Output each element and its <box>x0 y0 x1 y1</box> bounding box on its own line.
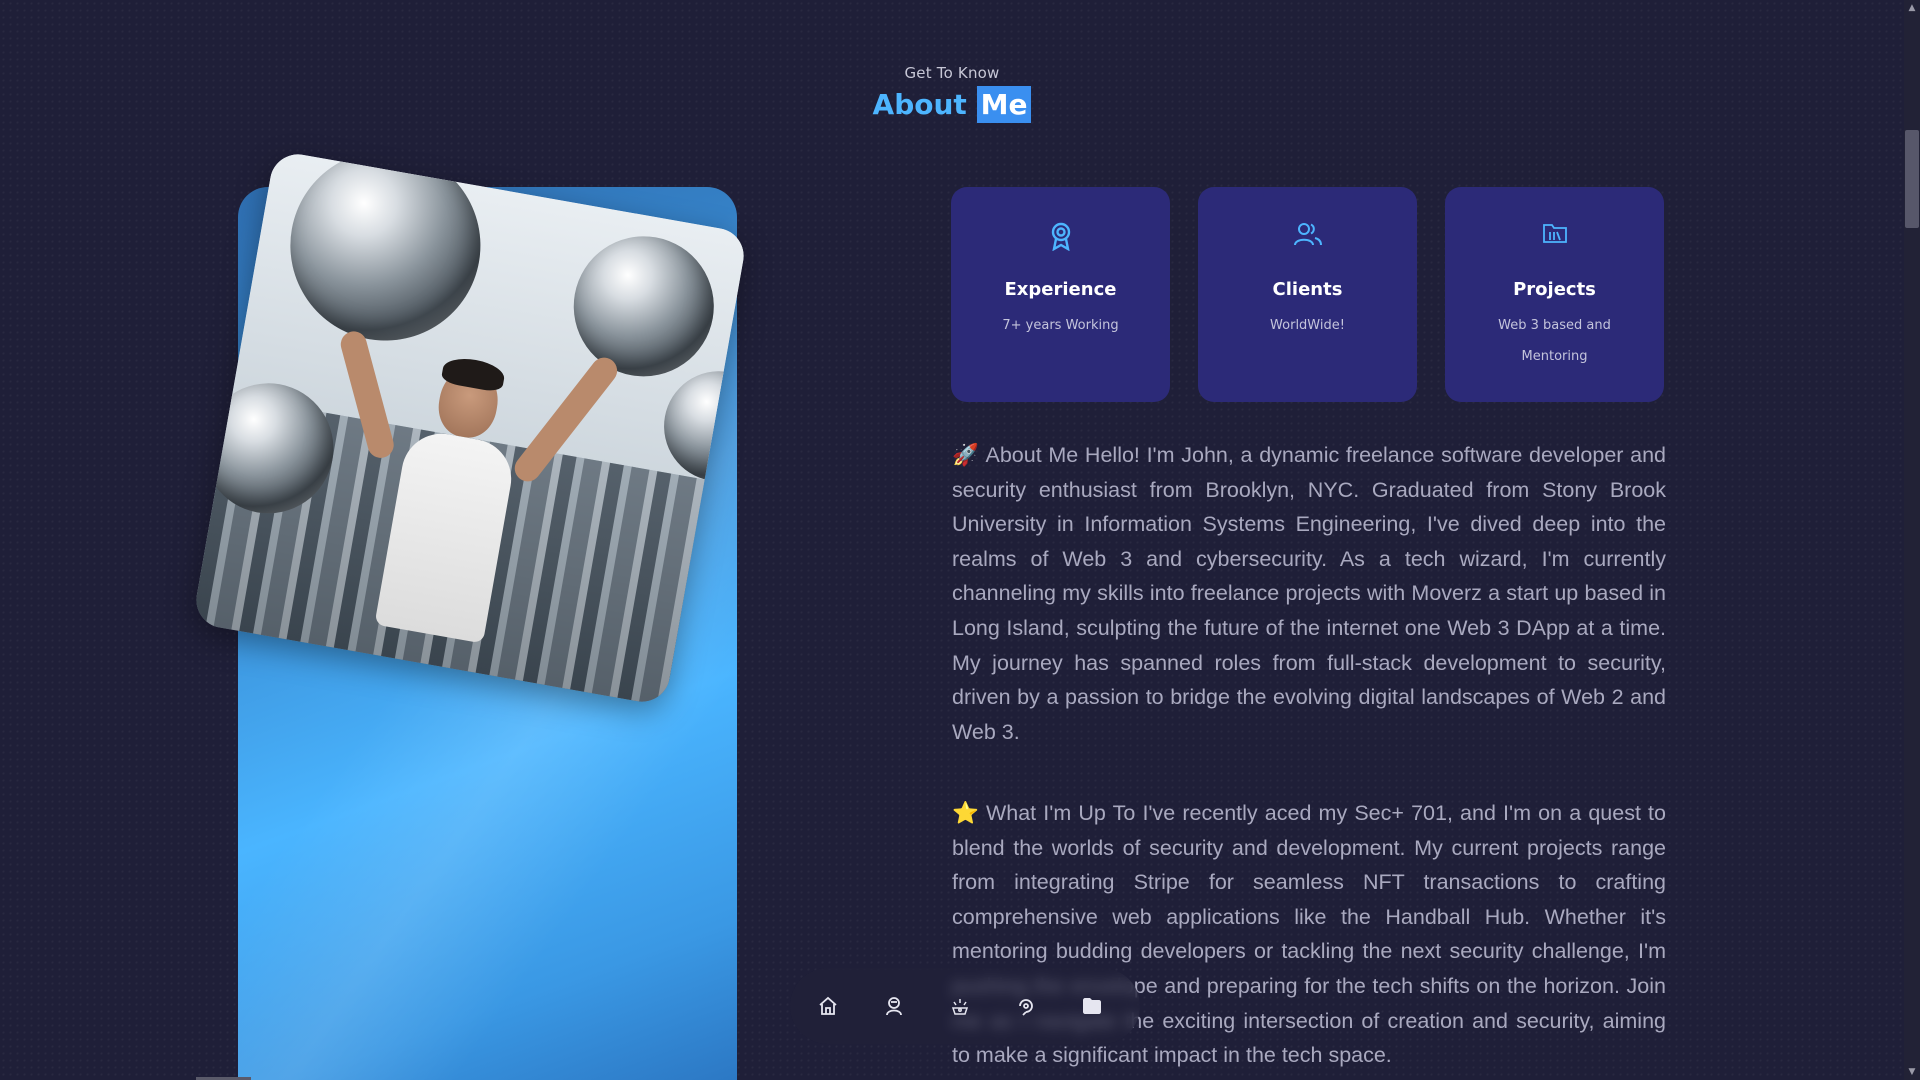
card-projects[interactable]: Projects Web 3 based and Mentoring <box>1445 187 1664 402</box>
card-experience[interactable]: Experience 7+ years Working <box>951 187 1170 402</box>
star-icon: ⭐ <box>952 801 980 825</box>
services-icon[interactable] <box>1008 988 1044 1024</box>
card-subtitle: WorldWide! <box>1270 318 1345 333</box>
scroll-down-arrow-icon[interactable]: ▼ <box>1904 1064 1920 1080</box>
folder-library-icon <box>1445 221 1664 251</box>
title-highlight: Me <box>976 86 1032 123</box>
profile-photo <box>191 149 749 707</box>
user-icon[interactable] <box>876 988 912 1024</box>
about-paragraph: 🚀 About Me Hello! I'm John, a dynamic fre… <box>952 438 1666 749</box>
card-title: Projects <box>1513 279 1596 300</box>
skills-icon[interactable] <box>942 988 978 1024</box>
home-icon[interactable] <box>810 988 846 1024</box>
card-clients[interactable]: Clients WorldWide! <box>1198 187 1417 402</box>
about-text: About Me Hello! I'm John, a dynamic free… <box>952 443 1667 744</box>
scroll-up-arrow-icon[interactable]: ▲ <box>1904 0 1920 16</box>
users-icon <box>1198 221 1417 251</box>
folder-icon[interactable] <box>1074 988 1110 1024</box>
bottom-nav <box>790 968 1140 1044</box>
title-main: About <box>872 88 967 121</box>
award-icon <box>951 221 1170 251</box>
card-subtitle: 7+ years Working <box>1002 318 1119 333</box>
card-subtitle: Web 3 based and Mentoring <box>1498 318 1611 364</box>
about-page: Get To Know About Me Experience 7+ years… <box>0 0 1920 1080</box>
card-title: Experience <box>1004 279 1117 300</box>
card-title: Clients <box>1272 279 1343 300</box>
scrollbar-thumb[interactable] <box>1905 130 1919 228</box>
rocket-icon: 🚀 <box>952 443 980 467</box>
section-eyebrow: Get To Know <box>904 64 1000 82</box>
section-title: About Me <box>0 86 1904 123</box>
